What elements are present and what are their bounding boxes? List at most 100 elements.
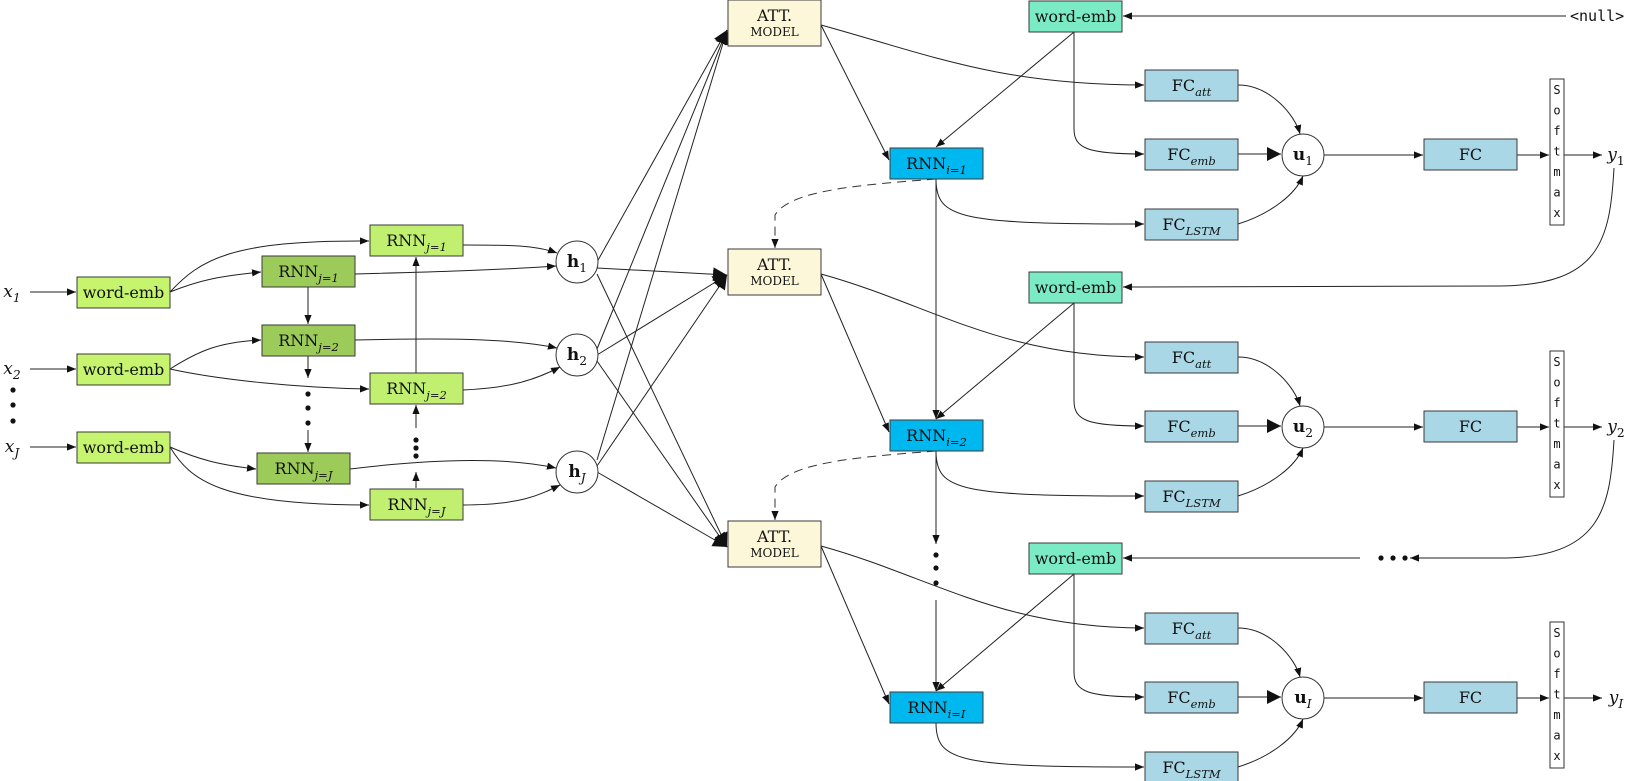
encoder-hidden-state: h1 [555,240,599,284]
label-subscript: emb [1191,426,1216,440]
edge-fcatt-u [1237,356,1302,407]
edge-rnn-fclstm [935,450,1145,500]
word-emb-label: word-emb [1035,549,1117,568]
softmax-letter: f [1553,667,1560,681]
label-main: FC [1167,417,1190,436]
label-subscript: j=1 [315,271,339,285]
label-subscript: LSTM [1185,224,1222,238]
edge-h-to-att [596,274,728,467]
label-main: FC [1167,145,1190,164]
softmax-letter: a [1553,458,1560,472]
softmax-letter: m [1553,165,1560,179]
label-main: FC [1172,76,1195,95]
att-label-line1: ATT. [756,6,792,25]
softmax-letter: t [1553,688,1560,702]
label-subscript: i=I [948,707,966,721]
edge-emb2-fw2 [169,336,262,370]
input-token-x: x1 [3,282,20,305]
edge-h-to-att [596,29,728,263]
label-main: x [5,437,15,457]
word-emb-label: word-emb [83,283,165,302]
label-subscript: att [1195,628,1211,642]
output-token-y: yI [1608,688,1625,711]
edge-h-to-att [596,29,729,350]
softmax-letter: f [1553,124,1560,138]
ellipsis-dot [413,453,419,459]
label-subscript: j=2 [315,340,339,354]
label-main: RNN [275,459,315,478]
softmax-layer: Softmax [1549,621,1565,769]
edge-att1-rnn1 [820,24,890,161]
softmax-letter: a [1553,729,1560,743]
fc-output: FC [1423,138,1518,171]
edge-wordemb-fcemb [1073,574,1145,701]
edge-rnn2-att3-dashed [771,450,937,520]
edge-att2-rnn2 [820,273,890,433]
label-subscript: 1 [1305,154,1313,168]
encoder-backward-rnn: RNNj=1 [369,224,464,257]
word-emb-label: word-emb [1035,7,1117,26]
label-subscript: i=1 [946,163,967,177]
input-word-emb: word-emb [76,276,171,309]
fc-emb: FCemb [1144,681,1239,714]
edge-fw2-h2 [354,338,558,350]
encoder-hidden-state: hJ [555,450,599,494]
label-main: FC [1167,688,1190,707]
edge-rnn-fclstm [935,178,1145,228]
decoder-rnn: RNNi=I [889,691,984,724]
label-main: FC [1162,758,1185,777]
edge-fcatt-u [1237,627,1302,678]
label-main: RNN [278,262,318,281]
encoder-hidden-state: h2 [555,333,599,377]
ellipsis-dot [413,437,419,443]
edge-fwJ-hJ [349,460,557,470]
ellipsis-dot [1378,555,1384,561]
decoder-word-emb: word-emb [1028,271,1123,304]
label-subscript: j=J [312,468,334,482]
softmax-letter: o [1553,104,1560,118]
combination-node-u: u2 [1281,405,1325,449]
label-main: u [1293,417,1305,437]
label-main: RNN [386,379,426,398]
fc-lstm: FCLSTM [1144,480,1239,513]
decoder-rnn: RNNi=1 [889,147,984,180]
label-subscript: 1 [13,291,21,305]
ellipsis-dot [10,387,16,393]
ellipsis-dot [305,405,311,411]
edge-fclstm-u [1237,175,1304,225]
encoder-forward-rnn: RNNj=1 [261,255,356,288]
fc-lstm: FCLSTM [1144,208,1239,241]
label-main: y [1608,688,1619,708]
edge-bwJ-hJ [462,484,561,506]
ellipsis-dot [933,552,939,558]
label-subscript: 1 [1617,154,1625,168]
edge-emb2-bw2 [169,368,370,393]
label-main: u [1294,688,1306,708]
fc-lstm: FCLSTM [1144,751,1239,781]
label-subscript: LSTM [1185,767,1222,781]
fc-label: FC [1459,145,1482,164]
edge-bw2-h2 [462,366,561,391]
label-subscript: 1 [579,261,587,275]
combination-node-u: u1 [1281,133,1325,177]
label-subscript: 2 [12,368,21,382]
combination-node-u: uI [1281,676,1325,720]
softmax-layer: Softmax [1549,350,1565,498]
encoder-backward-rnn: RNNj=J [369,488,464,521]
softmax-letter: S [1553,355,1560,369]
decoder-word-emb: word-emb [1028,0,1123,33]
att-label-line2: MODEL [750,546,799,560]
softmax-letter: o [1553,647,1560,661]
decoder-rnn: RNNi=2 [889,419,984,452]
edge-fcatt-u [1237,84,1302,135]
label-subscript: i=2 [946,435,967,449]
fc-att: FCatt [1144,612,1239,645]
fc-att: FCatt [1144,341,1239,374]
edge-wordemb-fcemb [1073,303,1145,430]
null-token: <null> [1570,7,1624,25]
word-emb-label: word-emb [1035,278,1117,297]
softmax-letter: m [1553,708,1560,722]
edge-fclstm-u [1237,718,1304,768]
ellipsis-dot [10,402,16,408]
fc-att: FCatt [1144,69,1239,102]
